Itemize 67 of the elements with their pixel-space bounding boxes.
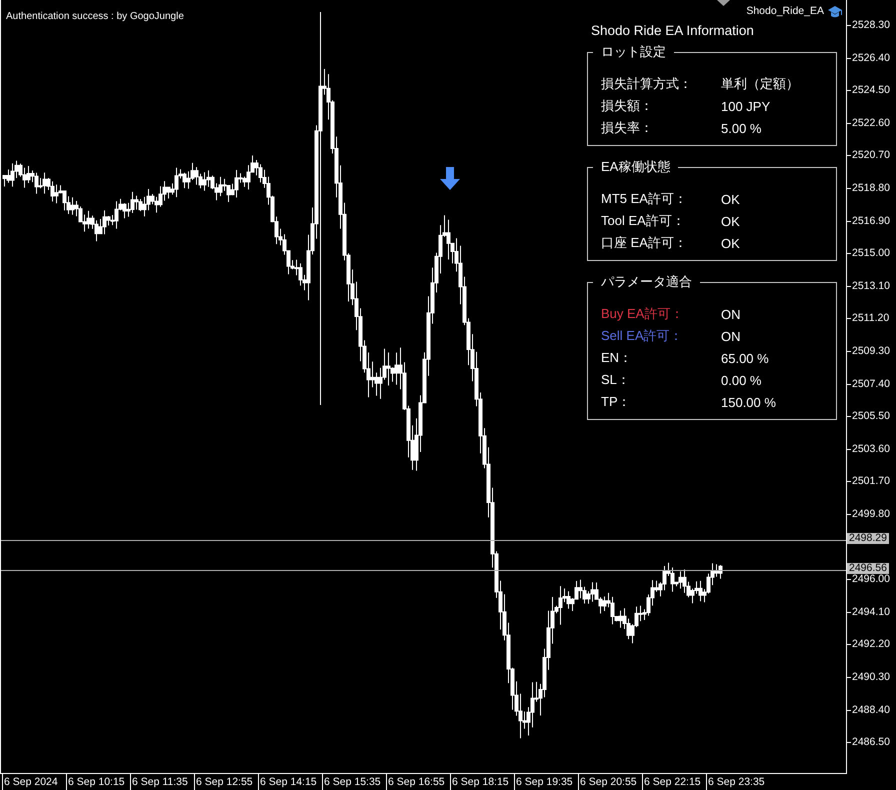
price-label: 2501.70 <box>852 476 890 488</box>
group-title: EA稼働状態 <box>593 159 678 175</box>
price-tag: 2498.29 <box>847 532 889 544</box>
price-label: 2488.40 <box>852 704 890 716</box>
expert-name: Shodo_Ride_EA <box>746 5 824 17</box>
time-label: 6 Sep 12:55 <box>194 774 258 790</box>
price-label: 2526.40 <box>852 52 890 64</box>
setting-label: TP： <box>601 393 632 411</box>
setting-label: Buy EA許可： <box>601 305 684 323</box>
group-title: パラメータ適合 <box>593 274 700 290</box>
time-label: 6 Sep 10:15 <box>66 774 130 790</box>
price-label: 2524.50 <box>852 85 890 96</box>
setting-label: 損失計算方式： <box>601 75 693 93</box>
price-tag: 2496.56 <box>847 562 889 574</box>
setting-value: 150.00 % <box>721 394 777 410</box>
price-label: 2515.00 <box>852 248 890 260</box>
setting-label: 口座 EA許可： <box>601 234 688 252</box>
time-label: 6 Sep 23:35 <box>706 774 770 790</box>
setting-label: MT5 EA許可： <box>601 190 688 208</box>
price-label: 2522.60 <box>852 118 890 129</box>
time-label: 6 Sep 19:35 <box>514 774 578 790</box>
panel-title: Shodo Ride EA Information <box>591 22 755 40</box>
price-label: 2518.80 <box>852 183 890 194</box>
setting-label: 損失額： <box>601 97 654 115</box>
time-label: 6 Sep 22:15 <box>642 774 706 790</box>
price-label: 2486.50 <box>852 737 890 748</box>
time-label: 6 Sep 15:35 <box>322 774 386 790</box>
time-label: 6 Sep 18:15 <box>450 774 514 790</box>
price-label: 2499.80 <box>852 509 890 520</box>
price-label: 2528.30 <box>852 20 890 31</box>
setting-value: ON <box>721 328 742 344</box>
setting-value: 0.00 % <box>721 372 762 388</box>
time-label: 6 Sep 16:55 <box>386 774 450 790</box>
price-label: 2520.70 <box>852 150 890 162</box>
setting-label: SL： <box>601 371 631 389</box>
setting-value: ON <box>721 306 742 322</box>
status-message: Authentication success : by GogoJungle <box>6 11 184 22</box>
setting-label: Sell EA許可： <box>601 327 684 345</box>
setting-label: EN： <box>601 349 634 367</box>
setting-value: 65.00 % <box>721 350 770 366</box>
price-label: 2492.20 <box>852 639 890 650</box>
price-label: 2516.90 <box>852 216 890 227</box>
price-label: 2509.30 <box>852 346 890 357</box>
price-label: 2505.50 <box>852 411 890 422</box>
time-label: 6 Sep 14:15 <box>258 774 322 790</box>
price-label: 2503.60 <box>852 444 890 455</box>
triangle-icon <box>717 0 730 6</box>
price-label: 2511.20 <box>852 313 890 324</box>
graduation-cap-icon <box>827 5 843 19</box>
price-label: 2513.10 <box>852 280 890 292</box>
price-label: 2507.40 <box>852 378 890 390</box>
time-label: 6 Sep 2024 <box>2 774 66 790</box>
setting-value: OK <box>721 192 741 206</box>
group-title: ロット設定 <box>593 44 674 60</box>
down-arrow-icon <box>439 167 461 191</box>
price-label: 2494.10 <box>852 606 890 618</box>
setting-label: 損失率： <box>601 119 654 137</box>
setting-value: 5.00 % <box>721 120 762 136</box>
price-label: 2490.30 <box>852 672 890 683</box>
time-label: 6 Sep 11:35 <box>130 774 194 790</box>
setting-value: 単利（定額） <box>721 75 800 93</box>
setting-value: OK <box>721 214 741 228</box>
setting-value: OK <box>721 236 741 250</box>
setting-value: 100 JPY <box>721 98 772 114</box>
setting-label: Tool EA許可： <box>601 212 686 230</box>
time-label: 6 Sep 20:55 <box>578 774 642 790</box>
price-label: 2496.00 <box>852 574 890 586</box>
